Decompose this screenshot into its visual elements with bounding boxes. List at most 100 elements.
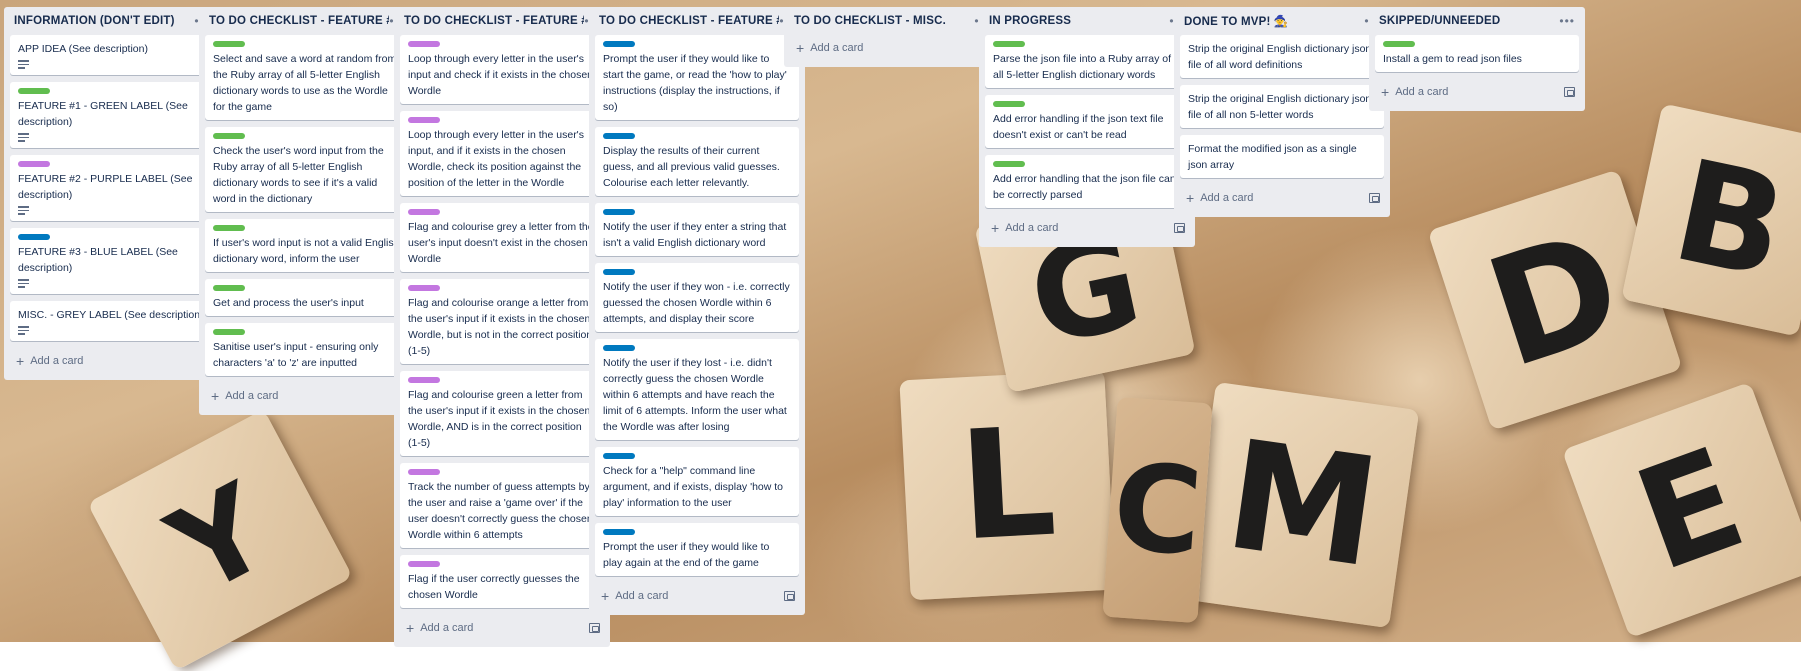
card[interactable]: Display the results of their current gue…: [595, 127, 799, 196]
list-4: TO DO CHECKLIST - FEATURE #3 ••• Prompt …: [589, 7, 805, 615]
card-title: Prompt the user if they would like to pl…: [603, 541, 770, 569]
card[interactable]: Strip the original English dictionary js…: [1180, 85, 1384, 128]
list-menu-icon[interactable]: •••: [1559, 14, 1575, 28]
card[interactable]: Format the modified json as a single jso…: [1180, 135, 1384, 178]
card-template-icon[interactable]: [1564, 87, 1575, 97]
list-title[interactable]: INFORMATION (DON'T EDIT): [14, 15, 175, 27]
card[interactable]: APP IDEA (See description): [10, 35, 214, 75]
card-title: Add error handling if the json text file…: [993, 113, 1164, 141]
card[interactable]: Loop through every letter in the user's …: [400, 35, 604, 104]
add-card-button[interactable]: + Add a card: [16, 354, 83, 368]
list-8: SKIPPED/UNNEEDED ••• Install a gem to re…: [1369, 7, 1585, 111]
card-title: Sanitise user's input - ensuring only ch…: [213, 341, 379, 369]
list-title[interactable]: IN PROGRESS: [989, 15, 1071, 27]
purple-label: [408, 285, 440, 291]
card[interactable]: Track the number of guess attempts by th…: [400, 463, 604, 548]
card[interactable]: If user's word input is not a valid Engl…: [205, 219, 409, 272]
card[interactable]: Check for a "help" command line argument…: [595, 447, 799, 516]
card-title: FEATURE #2 - PURPLE LABEL (See descripti…: [18, 173, 193, 201]
card[interactable]: MISC. - GREY LABEL (See description): [10, 301, 214, 341]
list-header[interactable]: DONE TO MVP! 🧙 •••: [1180, 7, 1384, 35]
add-card-label: Add a card: [1395, 86, 1449, 98]
card-title: Display the results of their current gue…: [603, 145, 780, 189]
purple-label: [408, 469, 440, 475]
list-header[interactable]: TO DO CHECKLIST - MISC. •••: [790, 7, 994, 35]
card[interactable]: Parse the json file into a Ruby array of…: [985, 35, 1189, 88]
plus-icon: +: [211, 388, 220, 404]
plus-icon: +: [406, 620, 415, 636]
plus-icon: +: [16, 353, 25, 369]
list-header[interactable]: IN PROGRESS •••: [985, 7, 1189, 35]
list-6: IN PROGRESS ••• Parse the json file into…: [979, 7, 1195, 247]
blue-label: [603, 209, 635, 215]
card[interactable]: Notify the user if they enter a string t…: [595, 203, 799, 256]
card[interactable]: FEATURE #3 - BLUE LABEL (See description…: [10, 228, 214, 294]
add-card-row: + Add a card: [1180, 185, 1384, 211]
card-list: Prompt the user if they would like to st…: [595, 35, 799, 576]
card-title: MISC. - GREY LABEL (See description): [18, 309, 204, 321]
blue-label: [603, 269, 635, 275]
add-card-button[interactable]: + Add a card: [406, 621, 473, 635]
list-title[interactable]: SKIPPED/UNNEEDED: [1379, 15, 1500, 27]
card-list: Select and save a word at random from th…: [205, 35, 409, 376]
green-label: [213, 225, 245, 231]
card[interactable]: Strip the original English dictionary js…: [1180, 35, 1384, 78]
list-header[interactable]: SKIPPED/UNNEEDED •••: [1375, 7, 1579, 35]
card[interactable]: Flag if the user correctly guesses the c…: [400, 555, 604, 608]
list-title[interactable]: TO DO CHECKLIST - FEATURE #2: [404, 15, 584, 27]
description-icon: [18, 206, 29, 216]
add-card-label: Add a card: [810, 42, 864, 54]
card-list: Loop through every letter in the user's …: [400, 35, 604, 608]
card-title: Prompt the user if they would like to st…: [603, 53, 787, 113]
card[interactable]: Check the user's word input from the Rub…: [205, 127, 409, 212]
green-label: [993, 161, 1025, 167]
card-title: FEATURE #1 - GREEN LABEL (See descriptio…: [18, 100, 188, 128]
list-header[interactable]: TO DO CHECKLIST - FEATURE #3 •••: [595, 7, 799, 35]
list-title[interactable]: DONE TO MVP! 🧙: [1184, 14, 1288, 28]
add-card-button[interactable]: + Add a card: [601, 589, 668, 603]
card[interactable]: Sanitise user's input - ensuring only ch…: [205, 323, 409, 376]
green-label: [993, 101, 1025, 107]
card[interactable]: Add error handling that the json file ca…: [985, 155, 1189, 208]
card[interactable]: Select and save a word at random from th…: [205, 35, 409, 120]
card[interactable]: Prompt the user if they would like to st…: [595, 35, 799, 120]
list-title[interactable]: TO DO CHECKLIST - FEATURE #1: [209, 15, 389, 27]
card[interactable]: Notify the user if they won - i.e. corre…: [595, 263, 799, 332]
list-header[interactable]: TO DO CHECKLIST - FEATURE #2 •••: [400, 7, 604, 35]
card[interactable]: Flag and colourise orange a letter from …: [400, 279, 604, 364]
card[interactable]: Get and process the user's input: [205, 279, 409, 316]
add-card-button[interactable]: + Add a card: [1381, 85, 1448, 99]
card[interactable]: Install a gem to read json files: [1375, 35, 1579, 72]
plus-icon: +: [601, 588, 610, 604]
purple-label: [408, 377, 440, 383]
card[interactable]: Add error handling if the json text file…: [985, 95, 1189, 148]
add-card-label: Add a card: [1005, 222, 1059, 234]
card-template-icon[interactable]: [589, 623, 600, 633]
blue-label: [18, 234, 50, 240]
list-header[interactable]: INFORMATION (DON'T EDIT) •••: [10, 7, 214, 35]
card[interactable]: Flag and colourise grey a letter from th…: [400, 203, 604, 272]
add-card-label: Add a card: [420, 622, 474, 634]
card[interactable]: Flag and colourise green a letter from t…: [400, 371, 604, 456]
list-title[interactable]: TO DO CHECKLIST - MISC.: [794, 15, 946, 27]
plus-icon: +: [1381, 84, 1390, 100]
add-card-button[interactable]: + Add a card: [991, 221, 1058, 235]
list-header[interactable]: TO DO CHECKLIST - FEATURE #1 •••: [205, 7, 409, 35]
purple-label: [408, 41, 440, 47]
card[interactable]: Notify the user if they lost - i.e. didn…: [595, 339, 799, 440]
card-title: Parse the json file into a Ruby array of…: [993, 53, 1172, 81]
card-title: Loop through every letter in the user's …: [408, 129, 584, 189]
card[interactable]: Loop through every letter in the user's …: [400, 111, 604, 196]
list-title[interactable]: TO DO CHECKLIST - FEATURE #3: [599, 15, 779, 27]
card-template-icon[interactable]: [784, 591, 795, 601]
list-7: DONE TO MVP! 🧙 ••• Strip the original En…: [1174, 7, 1390, 217]
add-card-button[interactable]: + Add a card: [796, 41, 863, 55]
card[interactable]: Prompt the user if they would like to pl…: [595, 523, 799, 576]
card-template-icon[interactable]: [1174, 223, 1185, 233]
card[interactable]: FEATURE #2 - PURPLE LABEL (See descripti…: [10, 155, 214, 221]
card-template-icon[interactable]: [1369, 193, 1380, 203]
card[interactable]: FEATURE #1 - GREEN LABEL (See descriptio…: [10, 82, 214, 148]
add-card-button[interactable]: + Add a card: [1186, 191, 1253, 205]
green-label: [213, 329, 245, 335]
add-card-button[interactable]: + Add a card: [211, 389, 278, 403]
